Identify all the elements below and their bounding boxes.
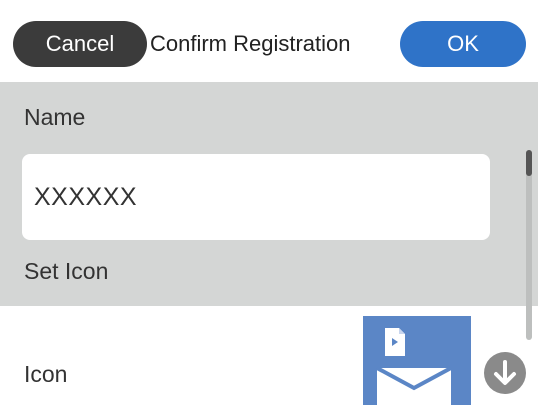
header-bar: Cancel Confirm Registration OK <box>0 0 538 80</box>
name-label: Name <box>24 104 86 130</box>
cancel-button[interactable]: Cancel <box>13 21 147 67</box>
name-field[interactable]: XXXXXX <box>22 154 490 240</box>
icon-setting-row[interactable]: Icon <box>0 306 538 405</box>
registration-form: Name XXXXXX Set Icon <box>0 82 538 306</box>
set-icon-label: Set Icon <box>24 258 109 284</box>
scrollbar-thumb[interactable] <box>526 150 532 176</box>
scrollbar[interactable] <box>526 150 532 340</box>
page-title: Confirm Registration <box>150 31 351 56</box>
confirm-registration-screen: Cancel Confirm Registration OK Name XXXX… <box>0 0 538 405</box>
document-to-envelope-icon[interactable] <box>363 316 471 405</box>
arrow-down-circle-icon[interactable] <box>484 352 526 394</box>
ok-button[interactable]: OK <box>400 21 526 67</box>
icon-label: Icon <box>24 361 68 387</box>
